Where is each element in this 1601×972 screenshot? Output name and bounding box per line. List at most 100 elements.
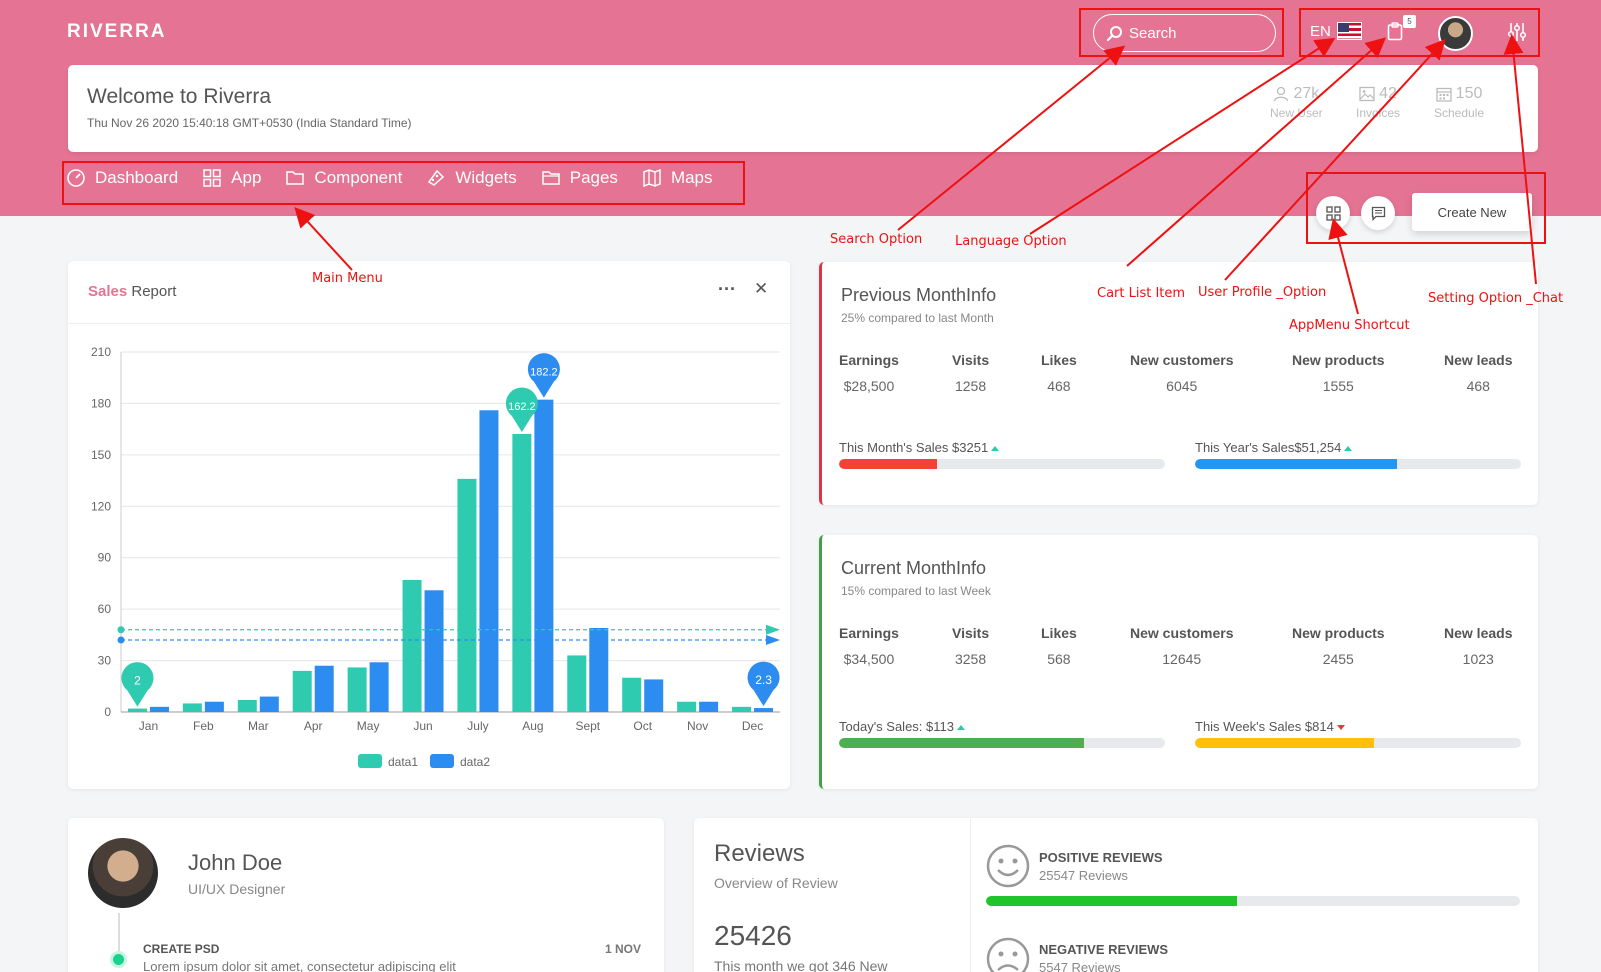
- legend-swatch: [430, 754, 454, 768]
- metric-new-customers: New customers 12645: [1130, 625, 1233, 667]
- stat-label: New User: [1270, 106, 1323, 120]
- bar-data2: [699, 701, 719, 712]
- reviews-subtitle: Overview of Review: [714, 875, 838, 891]
- reviews-note: This month we got 346 New: [714, 958, 888, 972]
- x-tick-label: Jan: [139, 719, 158, 733]
- reviews-count: 25426: [714, 920, 792, 951]
- x-tick-label: Feb: [193, 719, 214, 733]
- y-tick-label: 180: [91, 396, 111, 410]
- stat-label: Schedule: [1434, 106, 1485, 120]
- progress-fill: [839, 738, 1084, 748]
- y-tick-label: 150: [91, 448, 111, 462]
- annotation-search-option: Search Option: [830, 232, 923, 247]
- bar-data1: [457, 478, 477, 712]
- metric-value: 468: [1466, 378, 1490, 394]
- y-tick-label: 210: [91, 345, 111, 359]
- card-header: Sales Report ··· ✕: [68, 261, 790, 324]
- metric-value: 1555: [1322, 378, 1354, 394]
- progress-label: This Month's Sales $3251: [839, 440, 989, 455]
- progress-track: [839, 459, 1165, 469]
- timeline-title: CREATE PSD: [143, 942, 220, 956]
- metric-key: Visits: [952, 625, 990, 641]
- x-tick-label: Jun: [413, 719, 432, 733]
- bar-data1: [622, 677, 642, 712]
- monthly-sales-progress: This Month's Sales $3251: [839, 440, 1165, 469]
- point-marker-label: 162.2: [508, 401, 536, 413]
- metric-key: New leads: [1444, 625, 1513, 641]
- metric-key: New customers: [1130, 352, 1234, 368]
- smile-icon: [986, 844, 1030, 888]
- positive-count: 25547 Reviews: [1039, 868, 1128, 883]
- metric-key: Likes: [1041, 625, 1077, 641]
- bar-data1: [182, 703, 202, 712]
- yearly-sales-progress: This Year's Sales$51,254: [1195, 440, 1521, 469]
- annotation-box-main-menu: [62, 161, 745, 205]
- profile-name: John Doe: [188, 850, 283, 875]
- stat-new-user[interactable]: 27k New User: [1270, 85, 1323, 120]
- trend-up-icon: [991, 446, 1000, 452]
- metric-value: 2455: [1322, 651, 1354, 667]
- legend-swatch: [358, 754, 382, 768]
- sad-icon: [986, 937, 1030, 972]
- stat-schedule[interactable]: 150 Schedule: [1434, 85, 1484, 120]
- sales-report-card: Sales Report ··· ✕ 0 30 60 90 120 150 180 210 Ja…: [68, 261, 790, 789]
- progress-track: [1195, 459, 1521, 469]
- close-icon[interactable]: ✕: [754, 279, 768, 299]
- current-month-card: Current MonthInfo 15% compared to last W…: [819, 535, 1538, 789]
- metric-value: $34,500: [843, 651, 895, 667]
- sales-bar-chart: 0 30 60 90 120 150 180 210 Jan Feb Mar Apr May Jun Jul…: [91, 345, 780, 769]
- annotation-appmenu: AppMenu Shortcut: [1289, 318, 1410, 333]
- metric-key: New products: [1292, 625, 1385, 641]
- bar-data1: [237, 700, 257, 712]
- user-icon: [1274, 86, 1289, 102]
- stat-invoices[interactable]: 42 Invoices: [1356, 85, 1400, 120]
- bar-data1: [732, 706, 752, 712]
- average-line-arrow: [766, 624, 780, 635]
- metric-earnings: Earnings $34,500: [839, 625, 899, 667]
- stat-value: 42: [1379, 85, 1397, 102]
- timeline-date: 1 NOV: [605, 942, 642, 956]
- annotation-language-option: Language Option: [955, 234, 1067, 249]
- profile-avatar[interactable]: [88, 838, 158, 908]
- bar-data1: [677, 701, 697, 712]
- legend-label: data1: [388, 755, 418, 769]
- title-rest: Report: [127, 283, 177, 300]
- bar-data2: [204, 701, 224, 712]
- bar-data1: [292, 670, 312, 712]
- annotation-user-profile: User Profile _Option: [1198, 285, 1327, 300]
- progress-label: This Week's Sales $814: [1195, 719, 1334, 734]
- card-subtitle: 25% compared to last Month: [841, 311, 994, 325]
- y-tick-label: 0: [104, 705, 111, 719]
- point-marker-label: 2: [134, 674, 141, 688]
- bar-data2: [149, 706, 169, 712]
- metric-key: Visits: [952, 352, 990, 368]
- metric-key: New products: [1292, 352, 1385, 368]
- bar-data2: [644, 679, 664, 712]
- point-marker-label: 182.2: [530, 367, 558, 379]
- x-tick-label: Oct: [633, 719, 652, 733]
- bar-data1: [127, 708, 147, 712]
- more-icon[interactable]: ···: [718, 279, 736, 300]
- stat-value: 27k: [1293, 85, 1320, 102]
- brand-logo[interactable]: RIVERRA: [67, 21, 167, 43]
- today-sales-progress: Today's Sales: $113: [839, 719, 1165, 748]
- card-title: Current MonthInfo: [841, 558, 987, 578]
- metric-value: $28,500: [843, 378, 895, 394]
- card-subtitle: 15% compared to last Week: [841, 584, 991, 598]
- x-tick-label: Mar: [248, 719, 269, 733]
- metric-key: New customers: [1130, 625, 1234, 641]
- metric-value: 468: [1047, 378, 1071, 394]
- progress-fill: [986, 896, 1237, 906]
- metric-value: 1258: [954, 378, 987, 394]
- average-line-start: [117, 636, 125, 644]
- positive-progress-track: [986, 896, 1520, 906]
- metric-value: 568: [1047, 651, 1071, 667]
- title-strong: Sales: [88, 283, 128, 300]
- reviews-title: Reviews: [714, 840, 805, 867]
- divider: [970, 818, 971, 972]
- metric-new-leads: New leads 468: [1444, 352, 1512, 394]
- trend-up-icon: [956, 725, 965, 731]
- point-marker-label: 2.3: [755, 673, 772, 687]
- calendar-icon: [1436, 87, 1452, 102]
- metric-new-customers: New customers 6045: [1130, 352, 1233, 394]
